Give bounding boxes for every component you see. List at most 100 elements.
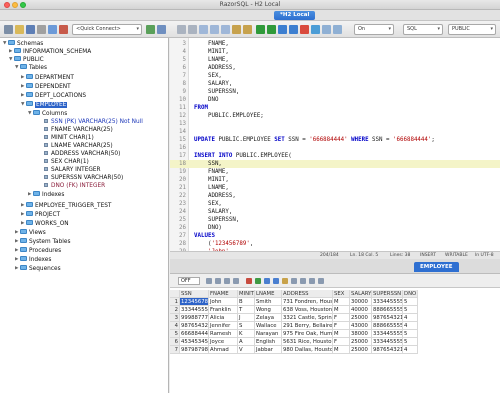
paste-icon[interactable] [221,25,230,34]
code-line[interactable]: 9 SUPERSSN, [170,88,500,96]
code-line[interactable]: 14 [170,128,500,136]
code-line[interactable]: 24 SALARY, [170,208,500,216]
tree-column-dno[interactable]: DNO (FK) INTEGER [44,182,105,190]
code-line[interactable]: 10 DNO [170,96,500,104]
schema-select[interactable]: PUBLIC ▾ [448,24,496,35]
code-line[interactable]: 16 [170,144,500,152]
open-folder-icon[interactable] [15,25,24,34]
tab-employee-results[interactable]: EMPLOYEE [414,262,459,272]
table-cell[interactable]: 25000 [350,346,372,354]
table-cell[interactable]: 888665555 [372,322,403,330]
table-cell[interactable]: Joyce [209,338,238,346]
query-icon[interactable] [157,25,166,34]
copy-results-icon[interactable] [291,278,297,284]
table-cell[interactable]: M [333,330,350,338]
code-line[interactable]: 4 MINIT, [170,48,500,56]
add-row-icon[interactable] [255,278,261,284]
table-cell[interactable]: 888665555 [372,306,403,314]
execute-icon[interactable] [256,25,265,34]
table-cell[interactable]: T [238,306,255,314]
table-cell[interactable]: 4 [403,346,418,354]
table-cell[interactable]: Jennifer [209,322,238,330]
table-cell[interactable]: M [333,298,350,306]
table-cell[interactable]: J [238,314,255,322]
table-cell[interactable]: 5631 Rice, Houston TX [282,338,333,346]
quick-connect-select[interactable]: <Quick Connect> ▾ [72,24,142,35]
tree-column-lname[interactable]: LNAME VARCHAR(25) [44,142,113,150]
format-icon[interactable] [333,25,342,34]
results-grid[interactable]: SSN FNAME MINIT LNAME ADDRESS SEX SALARY SUPERS… [170,288,500,393]
table-cell[interactable]: 731 Fondren, Houston TX [282,298,333,306]
tree-node-works-on[interactable]: ▶ WORKS_ON [21,220,69,228]
table-cell[interactable]: 980 Dallas, Houston TX [282,346,333,354]
code-line[interactable]: 23 SEX, [170,200,500,208]
table-cell[interactable]: Wallace [255,322,282,330]
column-header[interactable]: SEX [333,290,350,298]
table-cell[interactable]: 5 [403,298,418,306]
table-cell[interactable]: 975 Fire Oak, Humble TX [282,330,333,338]
code-line[interactable]: 15 UPDATE PUBLIC.EMPLOYEE SET SSN = '6668… [170,136,500,144]
table-cell[interactable]: Zelaya [255,314,282,322]
db-type-select[interactable]: SQL ▾ [403,24,443,35]
code-line[interactable]: 19 FNAME, [170,168,500,176]
table-cell[interactable]: Franklin [209,306,238,314]
table-cell[interactable]: 999887777 [180,314,209,322]
chart-icon[interactable] [309,278,315,284]
column-header[interactable]: SUPERSSN [372,290,403,298]
tree-node-dependent[interactable]: ▶ DEPENDENT [21,83,71,91]
disconnect-icon[interactable] [59,25,68,34]
table-cell[interactable]: 38000 [350,330,372,338]
tree-node-tables[interactable]: ▼ Tables [15,64,47,72]
tree-node-department[interactable]: ▶ DEPARTMENT [21,74,74,82]
code-line[interactable]: 8 SALARY, [170,80,500,88]
table-cell[interactable]: 30000 [350,298,372,306]
code-line[interactable]: 6 ADDRESS, [170,64,500,72]
offset-select[interactable]: OFF [178,277,200,285]
column-header[interactable]: DNO [403,290,418,298]
back-icon[interactable] [278,25,287,34]
table-row[interactable]: 7 987987987 Ahmad V Jabbar 980 Dallas, Housto… [170,346,500,354]
tree-node-columns[interactable]: ▼ Columns [28,110,67,118]
table-cell[interactable]: F [333,314,350,322]
code-line[interactable]: 22 ADDRESS, [170,192,500,200]
new-file-icon[interactable] [4,25,13,34]
column-header[interactable]: SALARY [350,290,372,298]
sql-editor[interactable]: 3 FNAME, 4 MINIT, 5 LNAME, 6 ADDRESS, 7 SEX,… [170,38,500,251]
table-cell[interactable]: F [333,322,350,330]
table-row[interactable]: 2 333445555 Franklin T Wong 638 Voss, Houston… [170,306,500,314]
table-cell[interactable]: K [238,330,255,338]
code-line[interactable]: 17 INSERT INTO PUBLIC.EMPLOYEE( [170,152,500,160]
table-row[interactable]: 3 999887777 Alicia J Zelaya 3321 Castle, Spri… [170,314,500,322]
column-header[interactable]: ADDRESS [282,290,333,298]
tree-node-project[interactable]: ▶ PROJECT [21,211,60,219]
tree-node-views[interactable]: ▶ Views [15,229,46,237]
table-cell[interactable]: 333445555 [180,306,209,314]
copy-icon[interactable] [210,25,219,34]
table-row[interactable]: 5 666884444 Ramesh K Narayan 975 Fire Oak, Hu… [170,330,500,338]
forward-icon[interactable] [289,25,298,34]
auto-commit-select[interactable]: On ▾ [354,24,394,35]
table-cell[interactable]: Narayan [255,330,282,338]
tree-node-employee-trigger-test[interactable]: ▶ EMPLOYEE_TRIGGER_TEST [21,202,111,210]
table-cell[interactable]: Smith [255,298,282,306]
table-cell[interactable]: English [255,338,282,346]
table-cell[interactable]: 987987987 [180,346,209,354]
column-header[interactable]: SSN [180,290,209,298]
tree-node-procedures[interactable]: ▶ Procedures [15,247,61,255]
table-cell[interactable]: 43000 [350,322,372,330]
tree-node-sequences[interactable]: ▶ Sequences [15,265,61,273]
table-cell[interactable]: 5 [403,306,418,314]
table-cell[interactable]: 25000 [350,314,372,322]
code-line[interactable]: 13 [170,120,500,128]
tree-column-minit[interactable]: MINIT CHAR(1) [44,134,94,142]
history-icon[interactable] [322,25,331,34]
tree-column-superssn[interactable]: SUPERSSN VARCHAR(50) [44,174,123,182]
delete-row-icon[interactable] [246,278,252,284]
table-cell[interactable]: S [238,322,255,330]
table-cell[interactable]: 333445555 [372,338,403,346]
code-line[interactable]: 3 FNAME, [170,40,500,48]
table-cell[interactable]: 987654321 [372,346,403,354]
table-cell[interactable]: Jabbar [255,346,282,354]
table-cell[interactable]: A [238,338,255,346]
tree-node-system-tables[interactable]: ▶ System Tables [15,238,70,246]
